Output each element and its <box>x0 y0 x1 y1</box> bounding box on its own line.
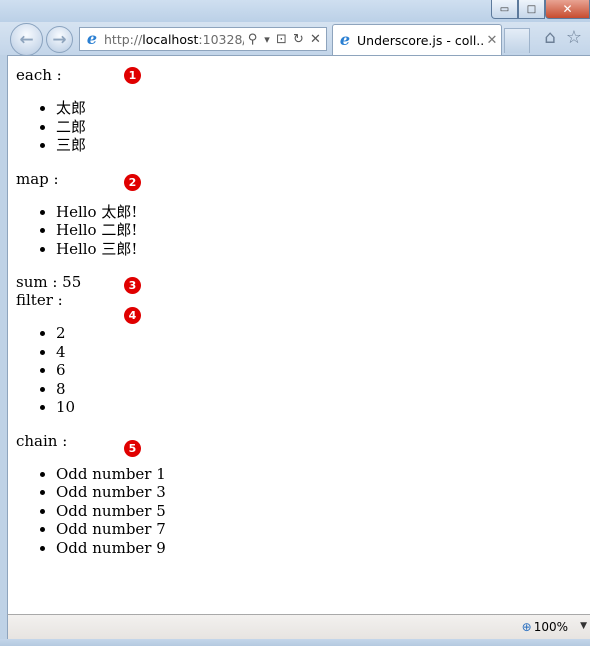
zoom-magnifier-icon: ⊕ <box>521 620 532 634</box>
url-host: localhost <box>142 31 199 47</box>
section-filter-label: filter : <box>16 291 63 309</box>
window-bottom-frame <box>0 639 590 646</box>
annotation-badge-1: 1 <box>124 67 141 84</box>
list-item: 二郎 <box>56 118 166 137</box>
annotation-badge-3: 3 <box>124 277 141 294</box>
refresh-icon[interactable]: ↻ <box>290 32 307 47</box>
list-item: Odd number 7 <box>56 520 166 539</box>
tab-close-icon[interactable]: ✕ <box>483 33 501 48</box>
url-scheme: http:// <box>104 31 143 47</box>
window-controls: ▭ □ ✕ <box>491 0 590 19</box>
chain-list: Odd number 1 Odd number 3 Odd number 5 O… <box>16 465 166 558</box>
search-icon[interactable]: ⚲ <box>244 32 261 47</box>
home-icon[interactable]: ⌂ <box>540 28 560 48</box>
list-item: Odd number 5 <box>56 502 166 521</box>
address-dropdown-icon[interactable]: ▾ <box>261 33 273 46</box>
tab-active[interactable]: e Underscore.js - coll... ✕ <box>332 24 502 55</box>
section-map-label: map : <box>16 169 59 188</box>
list-item: 太郎 <box>56 99 166 118</box>
annotation-badge-4: 4 <box>124 307 141 324</box>
annotation-badge-5: 5 <box>124 440 141 457</box>
list-item: 10 <box>56 398 166 417</box>
list-item: Odd number 9 <box>56 539 166 558</box>
back-button[interactable]: ← <box>10 23 43 56</box>
page-content: each : 太郎 二郎 三郎 map : Hello 太郎! Hello 二郎… <box>16 56 166 572</box>
ie-logo-icon: e <box>86 29 98 48</box>
zoom-control[interactable]: ⊕ 100% <box>522 620 568 634</box>
tab-title: Underscore.js - coll... <box>357 32 483 48</box>
filter-list: 2 4 6 8 10 <box>16 324 166 417</box>
list-item: Hello 太郎! <box>56 203 166 222</box>
status-bar: ⊕ 100% ▼ <box>7 614 590 639</box>
section-each-label: each : <box>16 66 62 84</box>
new-tab-button[interactable] <box>504 28 530 53</box>
list-item: Odd number 1 <box>56 465 166 484</box>
minimize-button[interactable]: ▭ <box>491 0 518 19</box>
close-window-button[interactable]: ✕ <box>545 0 590 19</box>
list-item: Odd number 3 <box>56 483 166 502</box>
forward-button[interactable]: → <box>46 26 73 53</box>
url-rest: :10328/i <box>198 31 244 47</box>
map-list: Hello 太郎! Hello 二郎! Hello 三郎! <box>16 203 166 259</box>
address-bar[interactable]: e http://localhost:10328/i ⚲ ▾ ⊡ ↻ ✕ <box>79 27 327 51</box>
page-viewport: each : 太郎 二郎 三郎 map : Hello 太郎! Hello 二郎… <box>7 55 590 614</box>
zoom-level: 100% <box>533 620 568 634</box>
navigation-bar: ← → e http://localhost:10328/i ⚲ ▾ ⊡ ↻ ✕… <box>0 22 590 56</box>
stop-icon[interactable]: ✕ <box>307 32 324 47</box>
zoom-dropdown-icon[interactable]: ▼ <box>580 621 587 631</box>
each-list: 太郎 二郎 三郎 <box>16 99 166 155</box>
maximize-button[interactable]: □ <box>518 0 545 19</box>
address-url[interactable]: http://localhost:10328/i <box>104 32 244 47</box>
compatibility-view-icon[interactable]: ⊡ <box>273 32 290 47</box>
title-bar: ▭ □ ✕ <box>0 0 590 24</box>
list-item: 三郎 <box>56 136 166 155</box>
list-item: Hello 二郎! <box>56 221 166 240</box>
forward-arrow-icon: → <box>52 29 67 50</box>
annotation-badge-2: 2 <box>124 174 141 191</box>
list-item: 4 <box>56 343 166 362</box>
list-item: Hello 三郎! <box>56 240 166 259</box>
back-arrow-icon: ← <box>19 29 34 50</box>
section-chain-label: chain : <box>16 431 68 450</box>
favorites-star-icon[interactable]: ☆ <box>564 28 584 48</box>
list-item: 2 <box>56 324 166 343</box>
list-item: 8 <box>56 380 166 399</box>
tab-ie-logo-icon: e <box>339 30 351 49</box>
section-sum-label: sum : 55 <box>16 273 82 291</box>
list-item: 6 <box>56 361 166 380</box>
